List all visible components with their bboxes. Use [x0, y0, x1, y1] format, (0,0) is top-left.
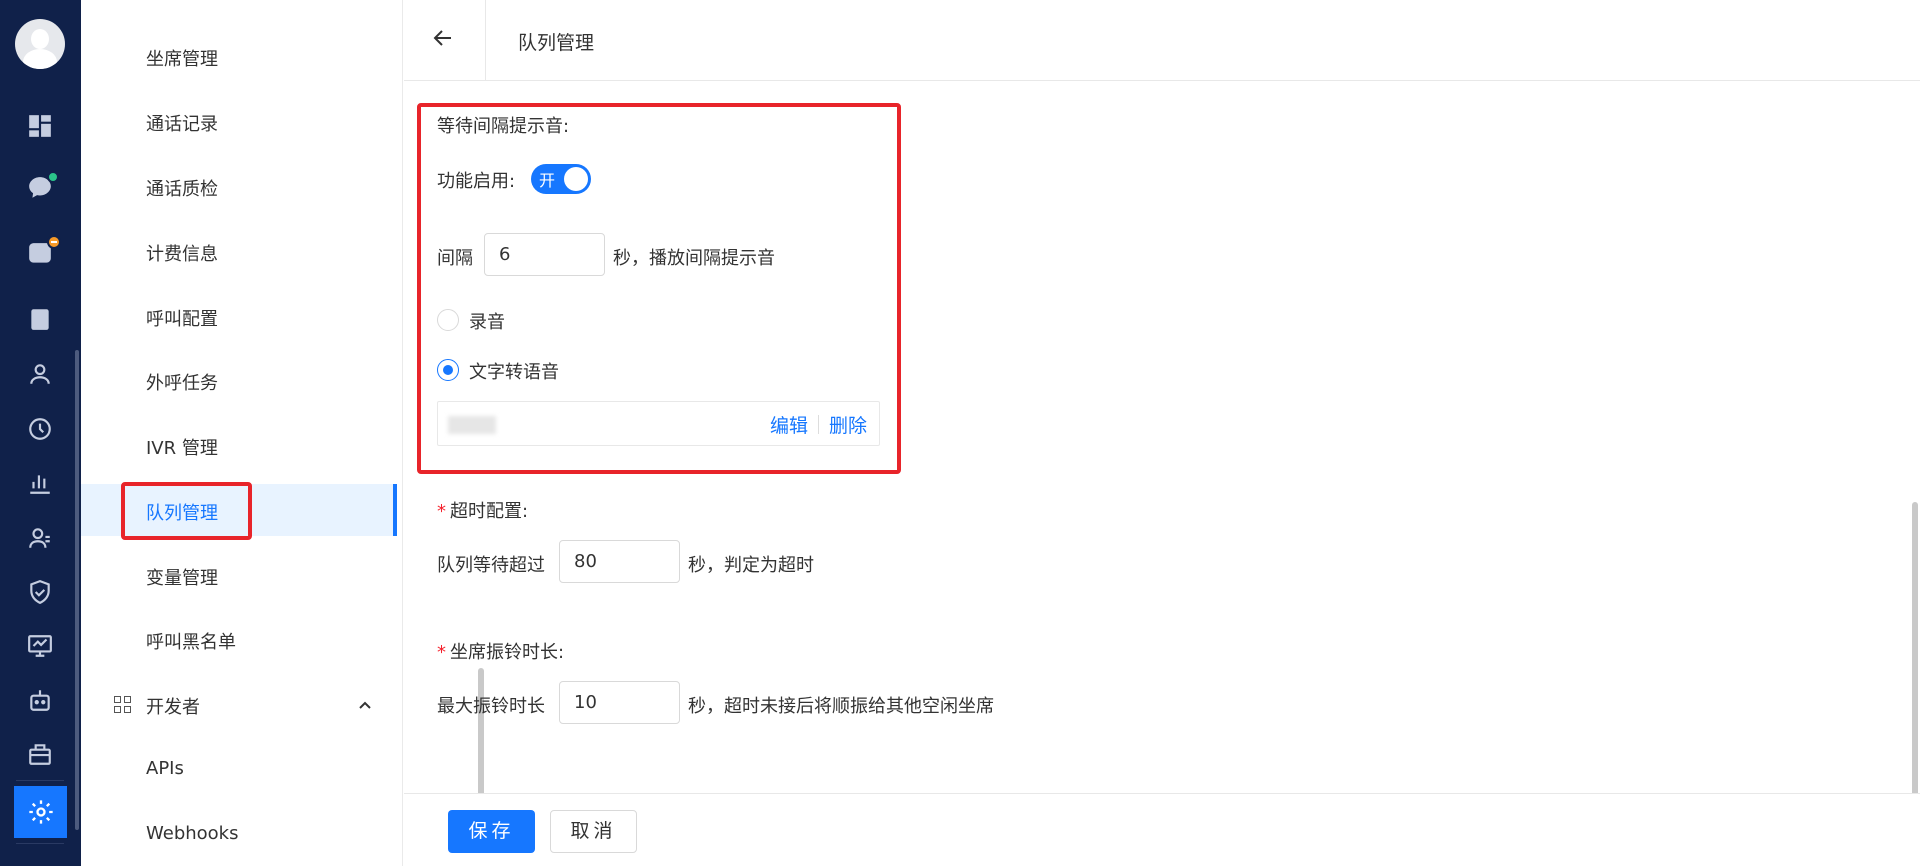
chevron-up-icon[interactable]: [358, 697, 372, 711]
settings-button[interactable]: [14, 786, 67, 838]
timeout-seconds-input[interactable]: 80: [559, 540, 680, 583]
subnav-item-ivr[interactable]: IVR 管理: [146, 434, 218, 460]
contacts-icon[interactable]: [24, 522, 56, 554]
avatar[interactable]: [15, 19, 65, 69]
radio-tts[interactable]: [437, 359, 459, 381]
toggle-text: 开: [539, 171, 556, 190]
radio-recording-label[interactable]: 录音: [469, 308, 505, 334]
active-item-indicator: [393, 484, 397, 536]
icon-rail: [0, 0, 81, 866]
enable-label: 功能启用:: [437, 171, 516, 192]
header-divider: [485, 0, 486, 81]
ring-suffix-label: 秒，超时未接后将顺振给其他空闲坐席: [688, 696, 994, 717]
arrow-left-icon: [433, 30, 451, 46]
monitor-icon[interactable]: [24, 630, 56, 662]
cancel-button[interactable]: 取消: [550, 810, 637, 853]
interval-suffix-label: 秒，播放间隔提示音: [613, 248, 775, 269]
interval-tone-section-label: 等待间隔提示音:: [437, 116, 570, 137]
subnav-item-variables[interactable]: 变量管理: [146, 564, 218, 590]
ring-seconds-input[interactable]: 10: [559, 681, 680, 724]
form-footer: 保存 取消: [404, 793, 1920, 866]
subnav-item-billing[interactable]: 计费信息: [146, 240, 218, 266]
queue-form: 等待间隔提示音: 功能启用: 开 间隔 6 秒，播放间隔提示音 录音 文字转语音…: [404, 82, 1920, 866]
rail-divider: [16, 780, 64, 781]
phone-badge: [47, 235, 61, 249]
page-title: 队列管理: [518, 32, 595, 54]
tts-action-divider: [818, 415, 819, 434]
shield-icon[interactable]: [24, 576, 56, 608]
subnav-group-developer[interactable]: 开发者: [146, 693, 200, 719]
subnav-item-quality-check[interactable]: 通话质检: [146, 175, 218, 201]
radio-recording[interactable]: [437, 309, 459, 331]
highlight-box: [121, 482, 252, 540]
timeout-suffix-label: 秒，判定为超时: [688, 555, 814, 576]
chat-badge: [47, 171, 59, 183]
back-button[interactable]: [432, 27, 458, 53]
subnav-item-call-records[interactable]: 通话记录: [146, 110, 218, 136]
grid-icon: [114, 696, 132, 714]
subnav-item-apis[interactable]: APIs: [146, 758, 184, 779]
dashboard-icon[interactable]: [24, 110, 56, 142]
ring-section-label: * 坐席振铃时长:: [437, 642, 565, 663]
toggle-knob: [564, 167, 588, 191]
bar-chart-icon[interactable]: [24, 467, 56, 499]
subnav-item-blacklist[interactable]: 呼叫黑名单: [146, 628, 236, 654]
timeout-prefix-label: 队列等待超过: [437, 555, 545, 576]
history-icon[interactable]: [24, 413, 56, 445]
tts-text-blurred: [448, 416, 496, 434]
radio-tts-label[interactable]: 文字转语音: [469, 358, 559, 384]
gear-icon: [28, 800, 53, 824]
save-button[interactable]: 保存: [448, 810, 535, 853]
tts-edit-link[interactable]: 编辑: [770, 411, 808, 438]
enable-toggle[interactable]: 开: [531, 164, 591, 194]
tts-content-row: 编辑 删除: [437, 401, 880, 446]
ring-prefix-label: 最大振铃时长: [437, 696, 545, 717]
clipboard-icon[interactable]: [24, 303, 56, 335]
rail-scrollbar[interactable]: [75, 350, 79, 830]
rail-divider: [16, 843, 64, 844]
tts-delete-link[interactable]: 删除: [829, 411, 867, 438]
interval-prefix-label: 间隔: [437, 248, 473, 269]
subnav-item-outbound-tasks[interactable]: 外呼任务: [146, 369, 218, 395]
subnav-item-call-config[interactable]: 呼叫配置: [146, 305, 218, 331]
subnav-item-agents[interactable]: 坐席管理: [146, 45, 218, 71]
secondary-nav: 坐席管理 通话记录 通话质检 计费信息 呼叫配置 外呼任务 IVR 管理 队列管…: [81, 0, 484, 866]
user-icon[interactable]: [24, 358, 56, 390]
interval-seconds-input[interactable]: 6: [484, 233, 605, 276]
toolbox-icon[interactable]: [24, 738, 56, 770]
page-header: 队列管理: [404, 0, 1920, 81]
subnav-item-webhooks[interactable]: Webhooks: [146, 823, 238, 844]
timeout-section-label: * 超时配置:: [437, 501, 529, 522]
robot-icon[interactable]: [24, 684, 56, 716]
